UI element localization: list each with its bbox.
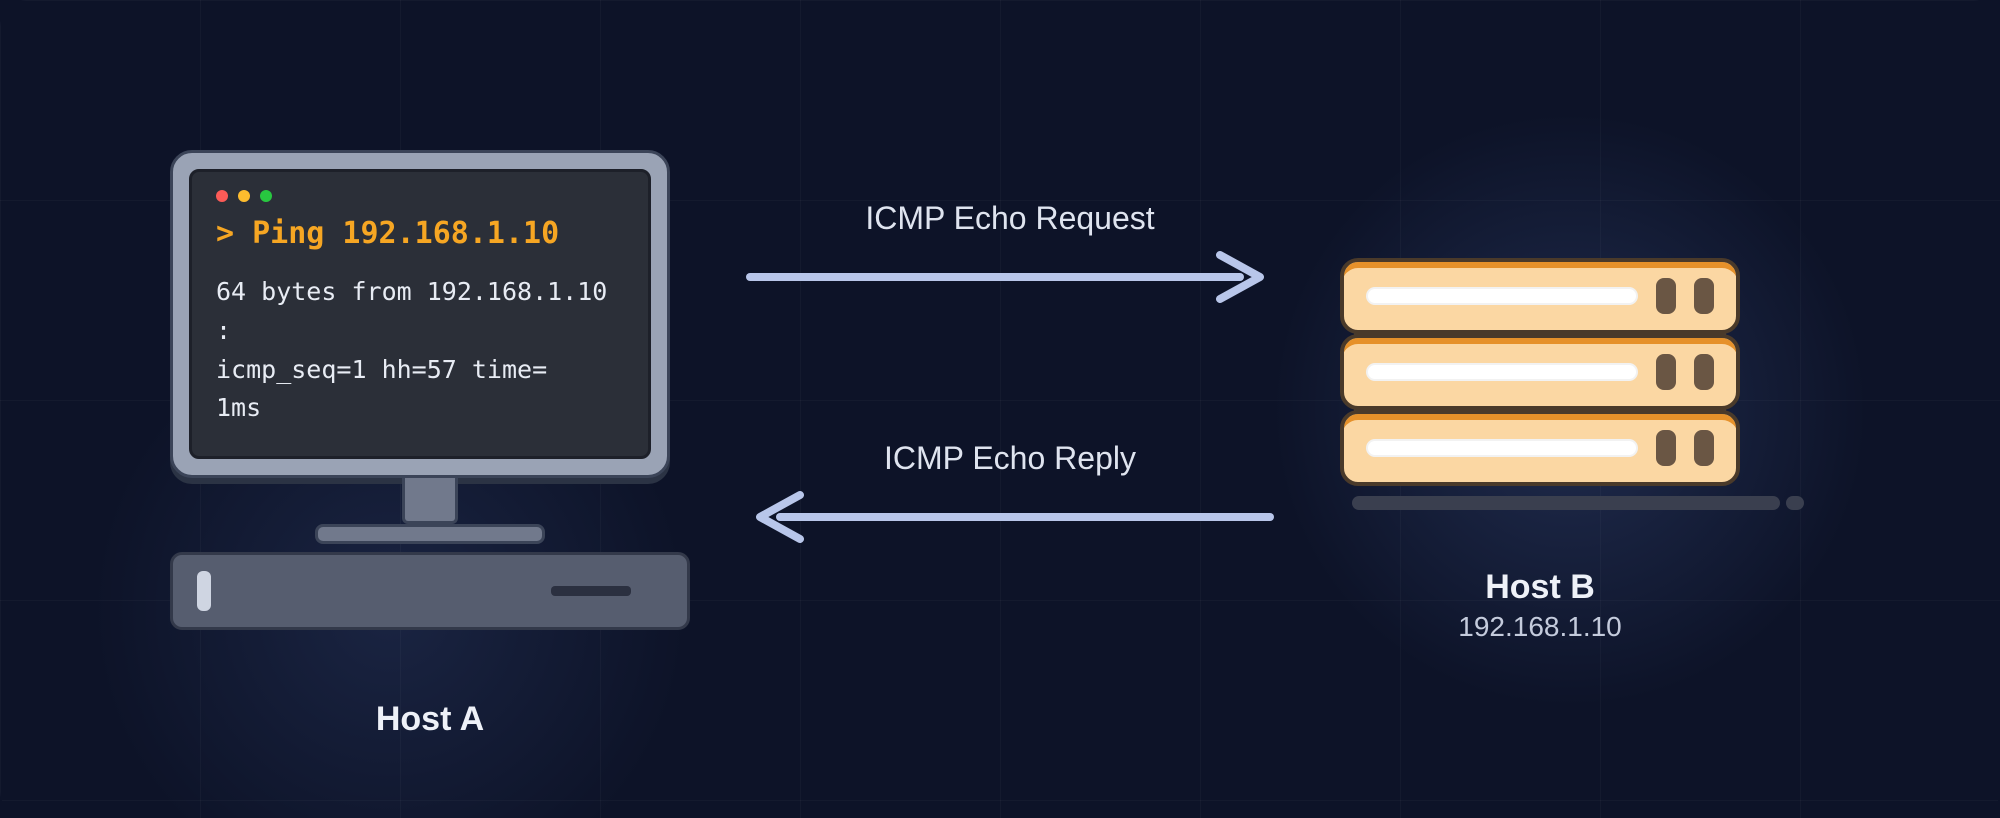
server-led-icon bbox=[1656, 278, 1676, 314]
server-led-icon bbox=[1656, 430, 1676, 466]
arrow-reply-label: ICMP Echo Reply bbox=[740, 440, 1280, 477]
server-unit-icon bbox=[1340, 410, 1740, 486]
arrow-right-icon bbox=[740, 247, 1280, 307]
server-led-icon bbox=[1656, 354, 1676, 390]
host-a-label: Host A bbox=[170, 700, 690, 739]
host-b bbox=[1340, 258, 1740, 510]
server-unit-icon bbox=[1340, 334, 1740, 410]
server-led-icon bbox=[1694, 278, 1714, 314]
minimize-dot-icon bbox=[238, 190, 250, 202]
pc-base-icon bbox=[170, 552, 690, 630]
server-bar-icon bbox=[1366, 439, 1638, 457]
pc-led-icon bbox=[197, 571, 211, 611]
host-a: > Ping 192.168.1.10 64 bytes from 192.16… bbox=[170, 150, 690, 630]
server-shadow-dot-icon bbox=[1786, 496, 1804, 510]
host-b-label: Host B bbox=[1340, 568, 1740, 607]
zoom-dot-icon bbox=[260, 190, 272, 202]
monitor-stand-neck-icon bbox=[402, 478, 458, 524]
terminal-command: > Ping 192.168.1.10 bbox=[216, 216, 624, 251]
server-led-icon bbox=[1694, 354, 1714, 390]
monitor-icon: > Ping 192.168.1.10 64 bytes from 192.16… bbox=[170, 150, 670, 478]
monitor-stand-foot-icon bbox=[315, 524, 545, 544]
host-b-label-block: Host B 192.168.1.10 bbox=[1340, 568, 1740, 643]
terminal-output: 64 bytes from 192.168.1.10 : icmp_seq=1 … bbox=[216, 273, 624, 428]
arrow-left-icon bbox=[740, 487, 1280, 547]
server-unit-icon bbox=[1340, 258, 1740, 334]
terminal-screen: > Ping 192.168.1.10 64 bytes from 192.16… bbox=[189, 169, 651, 459]
host-b-ip: 192.168.1.10 bbox=[1340, 611, 1740, 643]
arrow-request: ICMP Echo Request bbox=[740, 200, 1280, 307]
diagram-stage: > Ping 192.168.1.10 64 bytes from 192.16… bbox=[0, 0, 2000, 818]
close-dot-icon bbox=[216, 190, 228, 202]
arrow-reply: ICMP Echo Reply bbox=[740, 440, 1280, 547]
server-shadow-icon bbox=[1352, 496, 1780, 510]
server-bar-icon bbox=[1366, 287, 1638, 305]
arrow-request-label: ICMP Echo Request bbox=[740, 200, 1280, 237]
window-controls-icon bbox=[216, 190, 624, 202]
server-bar-icon bbox=[1366, 363, 1638, 381]
server-led-icon bbox=[1694, 430, 1714, 466]
pc-slot-icon bbox=[551, 586, 631, 596]
